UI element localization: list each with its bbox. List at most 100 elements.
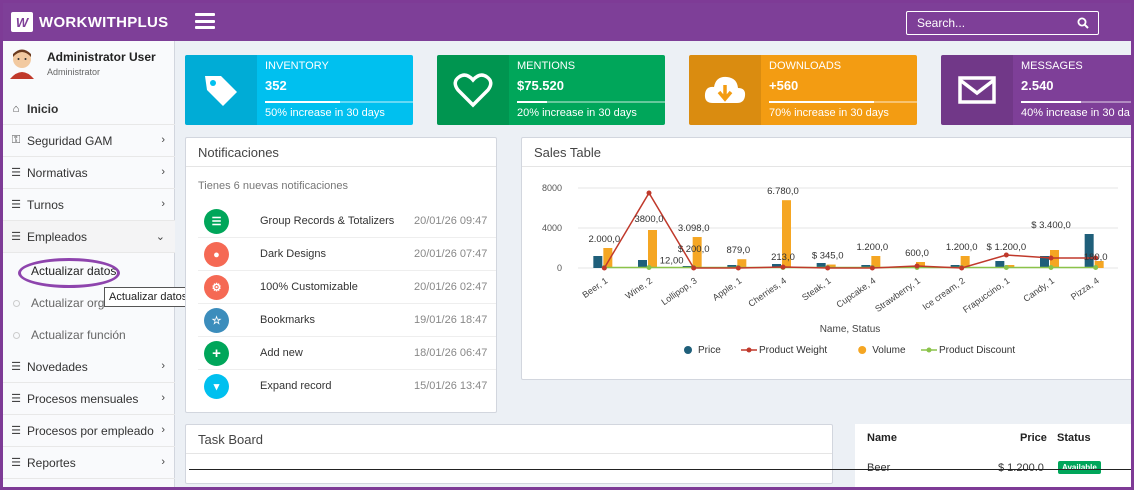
notifications-intro: Tienes 6 nuevas notificaciones — [198, 180, 349, 192]
info-box-description: 70% increase in 30 days — [769, 107, 889, 119]
x-tick-label: Steak, 1 — [800, 275, 833, 302]
line-product-discount-point — [1048, 265, 1054, 270]
data-label: 2.000,0 — [588, 234, 620, 245]
notifications-panel: Notificaciones Tienes 6 nuevas notificac… — [185, 137, 497, 413]
info-box-messages[interactable]: MESSAGES 2.540 40% increase in 30 da — [941, 55, 1131, 125]
gear-icon: ⚙ — [204, 275, 229, 300]
data-label: 600,0 — [905, 248, 929, 259]
list-icon: ☰ — [11, 361, 21, 373]
cloud-download-icon — [689, 55, 761, 125]
hamburger-menu-icon[interactable] — [195, 13, 215, 29]
notification-item[interactable]: ▾ Expand record 15/01/26 13:47 — [198, 370, 496, 403]
notification-date: 20/01/26 09:47 — [414, 215, 488, 227]
info-box-mentions[interactable]: MENTIONS $75.520 20% increase in 30 days — [437, 55, 665, 125]
sales-chart: 8000 4000 0 Beer, 1 Wine, 2 Lollipop, 3 Apple,… — [542, 183, 1118, 356]
chevron-right-icon: › — [161, 424, 165, 436]
info-box-downloads[interactable]: DOWNLOADS +560 70% increase in 30 days — [689, 55, 917, 125]
sidebar-item-label: Inicio — [27, 101, 59, 116]
sidebar-item-procesos-por-empleado[interactable]: ☰ Procesos por empleado › — [3, 415, 175, 447]
legend-marker-dot — [926, 347, 932, 353]
chevron-down-icon: ▾ — [204, 374, 229, 399]
home-icon: ⌂ — [12, 102, 20, 115]
data-label: 6.780,0 — [767, 186, 799, 197]
line-product-weight-point — [914, 263, 920, 269]
x-tick-label: Apple, 1 — [711, 275, 744, 302]
data-label: 12,00 — [660, 256, 684, 267]
notification-item[interactable]: ● Dark Designs 20/01/26 07:47 — [198, 238, 496, 271]
sidebar-item-normativas[interactable]: ☰ Normativas › — [3, 157, 175, 189]
info-box-inventory[interactable]: INVENTORY 352 50% increase in 30 days — [185, 55, 413, 125]
line-product-discount-point — [1093, 265, 1099, 270]
notification-text: Expand record — [260, 380, 332, 392]
notification-date: 18/01/26 06:47 — [414, 347, 488, 359]
notification-item[interactable]: + Add new 18/01/26 06:47 — [198, 337, 496, 370]
info-box-progress — [265, 101, 413, 103]
tooltip: Actualizar datos — [104, 287, 193, 307]
search-icon[interactable] — [1068, 12, 1098, 34]
sidebar-item-seguridad-gam[interactable]: ⚿ Seguridad GAM › — [3, 125, 175, 157]
search-input[interactable]: Search... — [906, 11, 1099, 35]
layers-icon: ☰ — [204, 209, 229, 234]
notification-date: 15/01/26 13:47 — [414, 380, 488, 392]
info-box-title: INVENTORY — [265, 60, 329, 72]
bar-price — [593, 256, 603, 268]
sidebar-item-label: Novedades — [27, 359, 88, 374]
info-box-value: 2.540 — [1021, 78, 1054, 93]
sidebar-item-inicio[interactable]: ⌂ Inicio — [3, 93, 175, 125]
sidebar-item-label: Empleados — [27, 229, 88, 244]
column-header-name[interactable]: Name — [867, 432, 897, 444]
subitem-actualizar-funcion[interactable]: Actualizar función — [3, 319, 175, 351]
notification-item[interactable]: ☆ Bookmarks 19/01/26 18:47 — [198, 304, 496, 337]
line-product-weight-point — [825, 265, 831, 271]
x-axis-label: Name, Status — [820, 324, 881, 335]
sidebar-item-novedades[interactable]: ☰ Novedades › — [3, 351, 175, 383]
line-product-discount-point — [646, 265, 652, 270]
app-frame: W WORKWITHPLUS Search... Administrator U… — [0, 0, 1134, 490]
notification-text: Bookmarks — [260, 314, 316, 326]
data-label: 1.200,0 — [856, 242, 888, 253]
subitem-label: Actualizar orga — [31, 296, 112, 310]
data-label: 180,0 — [1084, 252, 1108, 263]
chevron-right-icon: › — [161, 198, 165, 210]
top-navbar: W WORKWITHPLUS Search... — [3, 3, 1131, 41]
legend-label: Product Weight — [759, 345, 827, 356]
sales-table-panel: Sales Table 8000 4000 0 Beer, 1 Wine, 2 Lolli… — [521, 137, 1131, 380]
logo[interactable]: W WORKWITHPLUS — [11, 11, 168, 33]
sidebar-item-label: Seguridad GAM — [27, 133, 113, 148]
y-tick-label: 0 — [557, 263, 562, 273]
info-box-value: +560 — [769, 78, 799, 93]
notification-date: 20/01/26 07:47 — [414, 248, 488, 260]
notification-item[interactable]: ⚙ 100% Customizable 20/01/26 02:47 — [198, 271, 496, 304]
x-tick-label: Cupcake, 4 — [834, 275, 877, 309]
column-header-price[interactable]: Price — [1020, 432, 1047, 444]
line-product-weight-point — [869, 265, 875, 271]
x-tick-label: Cherries, 4 — [746, 275, 788, 308]
line-product-weight-point — [646, 190, 652, 196]
line-product-weight-point — [691, 265, 697, 271]
notification-item[interactable]: ☰ Group Records & Totalizers 20/01/26 09… — [198, 205, 496, 238]
data-label: 1.200,0 — [946, 242, 978, 253]
info-box-title: DOWNLOADS — [769, 60, 842, 72]
user-role: Administrator — [47, 67, 101, 77]
data-label: $ 3.400,0 — [1031, 220, 1071, 231]
line-product-weight-point — [735, 265, 741, 271]
cell-name: Beer — [867, 462, 891, 474]
line-product-weight-point — [1048, 255, 1054, 261]
chevron-right-icon: › — [161, 456, 165, 468]
info-box-progress — [517, 101, 665, 103]
task-board-panel: Task Board — [185, 424, 833, 484]
sidebar-item-turnos[interactable]: ☰ Turnos › — [3, 189, 175, 221]
chevron-right-icon: › — [161, 134, 165, 146]
x-tick-label: Wine, 2 — [623, 275, 654, 301]
sidebar-item-empleados[interactable]: ☰ Empleados ⌄ — [3, 221, 175, 253]
circle-icon — [13, 300, 20, 307]
column-header-status[interactable]: Status — [1057, 432, 1091, 444]
key-icon: ⚿ — [11, 134, 21, 146]
legend-label: Volume — [872, 345, 906, 356]
sidebar-item-procesos-mensuales[interactable]: ☰ Procesos mensuales › — [3, 383, 175, 415]
panel-title: Sales Table — [522, 138, 1131, 167]
list-icon: ☰ — [11, 231, 21, 243]
notification-date: 19/01/26 18:47 — [414, 314, 488, 326]
info-box-description: 50% increase in 30 days — [265, 107, 385, 119]
sidebar-item-reportes[interactable]: ☰ Reportes › — [3, 447, 175, 479]
